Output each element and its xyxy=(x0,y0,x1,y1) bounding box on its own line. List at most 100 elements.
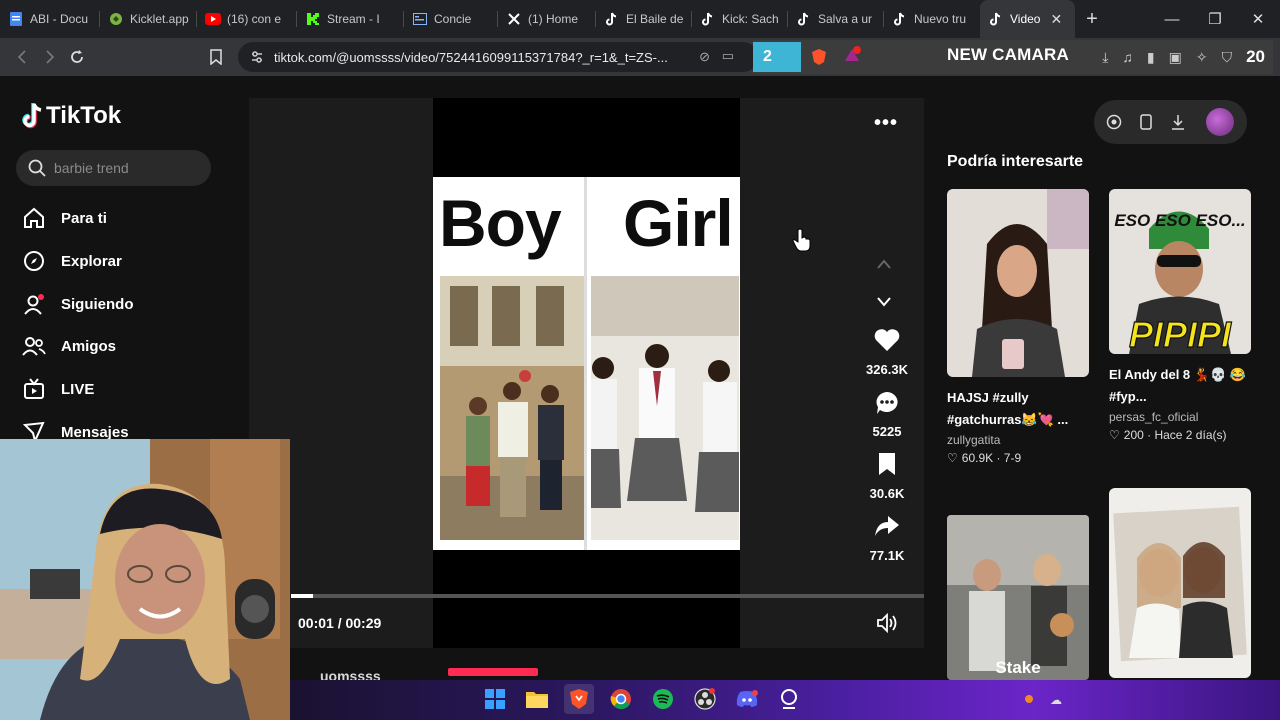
comment-icon xyxy=(862,390,912,418)
search-input[interactable] xyxy=(54,160,204,176)
browser-tab[interactable]: Nuevo tru xyxy=(884,0,980,38)
recommendation-card[interactable]: ESO ESO ESO... PIPIPI El Andy del 8 💃💀 😂… xyxy=(1109,189,1251,442)
heart-icon xyxy=(862,328,912,356)
nav-item-amigos[interactable]: Amigos xyxy=(22,334,116,358)
nav-item-siguiendo[interactable]: Siguiendo xyxy=(22,292,134,316)
tiktok-icon xyxy=(988,11,1004,27)
music-icon[interactable]: ♫ xyxy=(1122,49,1133,65)
follow-button[interactable] xyxy=(448,668,538,676)
spotify-icon[interactable] xyxy=(648,684,678,714)
like-button[interactable]: 326.3K xyxy=(862,328,912,377)
brave-rewards-icon[interactable] xyxy=(843,46,861,69)
browser-tab-strip: ABI - Docu Kicklet.app (16) con e Stream… xyxy=(0,0,1280,38)
nav-item-para-ti[interactable]: Para ti xyxy=(22,206,107,230)
nav-label: Siguiendo xyxy=(61,295,134,313)
extension-badge[interactable]: 2 xyxy=(753,42,801,72)
browser-tab[interactable]: Stream - I xyxy=(297,0,404,38)
nav-item-live[interactable]: LIVE xyxy=(22,377,94,401)
chevron-up-icon[interactable] xyxy=(877,256,891,272)
recommendation-card[interactable]: HAJSJ #zully #gatchurras😹💘 ... zullygati… xyxy=(947,189,1089,465)
overlay-number: 20 xyxy=(1246,47,1265,66)
brave-shield-icon[interactable] xyxy=(811,48,827,71)
file-explorer-icon[interactable] xyxy=(522,684,552,714)
tray-indicator-icon[interactable] xyxy=(1025,695,1033,703)
close-window-button[interactable]: ✕ xyxy=(1236,0,1280,38)
browser-tab[interactable]: El Baile de xyxy=(596,0,692,38)
mobile-icon[interactable] xyxy=(1136,112,1156,132)
download-icon[interactable]: ⤓ xyxy=(1102,49,1108,66)
nav-label: Mensajes xyxy=(61,423,129,441)
browser-tab[interactable]: Concie xyxy=(404,0,498,38)
card-thumbnail[interactable] xyxy=(947,189,1089,377)
coins-icon[interactable] xyxy=(1104,112,1124,132)
discord-icon[interactable] xyxy=(732,684,762,714)
brave-browser-icon[interactable] xyxy=(564,684,594,714)
obs-icon[interactable] xyxy=(690,684,720,714)
back-button[interactable] xyxy=(8,43,36,71)
video-progress-bar[interactable] xyxy=(291,594,924,598)
site-settings-icon[interactable] xyxy=(250,50,264,64)
nav-label: Amigos xyxy=(61,337,117,355)
comment-button[interactable]: 5225 xyxy=(862,390,912,439)
download-icon[interactable] xyxy=(1168,112,1188,132)
search-icon xyxy=(28,159,46,177)
browser-tab[interactable]: Kick: Sach xyxy=(692,0,788,38)
progress-fill xyxy=(291,594,313,598)
cloud-icon[interactable]: ☁ xyxy=(1050,693,1062,707)
chrome-icon[interactable] xyxy=(606,684,636,714)
card-author[interactable]: persas_fc_oficial xyxy=(1109,410,1251,424)
wallet-icon[interactable]: ▣ xyxy=(1169,49,1182,66)
thumb-stake-text: Stake xyxy=(995,658,1040,677)
card-title: HAJSJ #zully #gatchurras😹💘 ... xyxy=(947,390,1069,427)
chevron-down-icon[interactable] xyxy=(877,294,891,310)
card-author[interactable]: zullygatita xyxy=(947,433,1089,447)
bookmark-button[interactable] xyxy=(202,43,230,71)
nav-item-explorar[interactable]: Explorar xyxy=(22,249,122,273)
card-thumbnail[interactable]: Stake xyxy=(947,515,1089,680)
volume-icon[interactable] xyxy=(876,612,898,638)
browser-tab[interactable]: Kicklet.app xyxy=(100,0,197,38)
boys-photo xyxy=(440,276,584,540)
avatar[interactable] xyxy=(1206,108,1234,136)
kick-icon xyxy=(305,11,321,27)
close-tab-icon[interactable]: ✕ xyxy=(1050,11,1062,28)
tiktok-logo[interactable]: TikTok xyxy=(22,102,121,130)
nav-label: Para ti xyxy=(61,209,107,227)
search-bar[interactable] xyxy=(16,150,211,186)
reload-button[interactable] xyxy=(63,43,91,71)
minimize-button[interactable]: — xyxy=(1150,0,1194,38)
webcam-overlay xyxy=(0,439,290,720)
sidebar-icon[interactable]: ▮ xyxy=(1147,49,1155,66)
share-button[interactable]: 77.1K xyxy=(862,514,912,563)
card-thumbnail[interactable]: ESO ESO ESO... PIPIPI xyxy=(1109,189,1251,354)
browser-tab[interactable]: (1) Home xyxy=(498,0,596,38)
browser-tab-active[interactable]: Video ✕ xyxy=(980,0,1075,38)
cast-icon[interactable]: ▭ xyxy=(722,48,734,64)
app-icon[interactable] xyxy=(774,684,804,714)
vpn-shield-icon[interactable]: ⛉ xyxy=(1222,49,1233,66)
block-icon[interactable]: ⊘ xyxy=(699,49,710,65)
card-stats: ♡ 60.9K · 7-9 xyxy=(947,451,1089,465)
browser-tab[interactable]: (16) con e xyxy=(197,0,297,38)
bookmark-icon xyxy=(862,452,912,480)
video-caption-left: Boy xyxy=(439,186,562,260)
like-count: 326.3K xyxy=(866,362,908,377)
maximize-button[interactable]: ❐ xyxy=(1193,0,1237,38)
browser-tab[interactable]: ABI - Docu xyxy=(0,0,100,38)
tiktok-icon xyxy=(892,11,908,27)
recommendation-card[interactable] xyxy=(1109,488,1251,678)
browser-tab[interactable]: Salva a ur xyxy=(788,0,884,38)
tab-label: (16) con e xyxy=(227,12,282,26)
more-options-icon[interactable]: ••• xyxy=(874,112,898,135)
windows-start-icon[interactable] xyxy=(480,684,510,714)
leo-icon[interactable]: ✧ xyxy=(1196,49,1208,66)
forward-button[interactable] xyxy=(36,43,64,71)
overlay-camera-text: NEW CAMARA xyxy=(947,45,1069,64)
card-thumbnail[interactable] xyxy=(1109,488,1251,678)
browser-toolbar: tiktok.com/@uomssss/video/75244160991153… xyxy=(0,38,1280,76)
video-frame[interactable]: Boy Girl xyxy=(433,177,740,550)
recommendation-card[interactable]: Stake xyxy=(947,515,1089,680)
address-bar[interactable]: tiktok.com/@uomssss/video/75244160991153… xyxy=(238,42,758,72)
new-tab-button[interactable]: + xyxy=(1075,8,1109,31)
save-button[interactable]: 30.6K xyxy=(862,452,912,501)
